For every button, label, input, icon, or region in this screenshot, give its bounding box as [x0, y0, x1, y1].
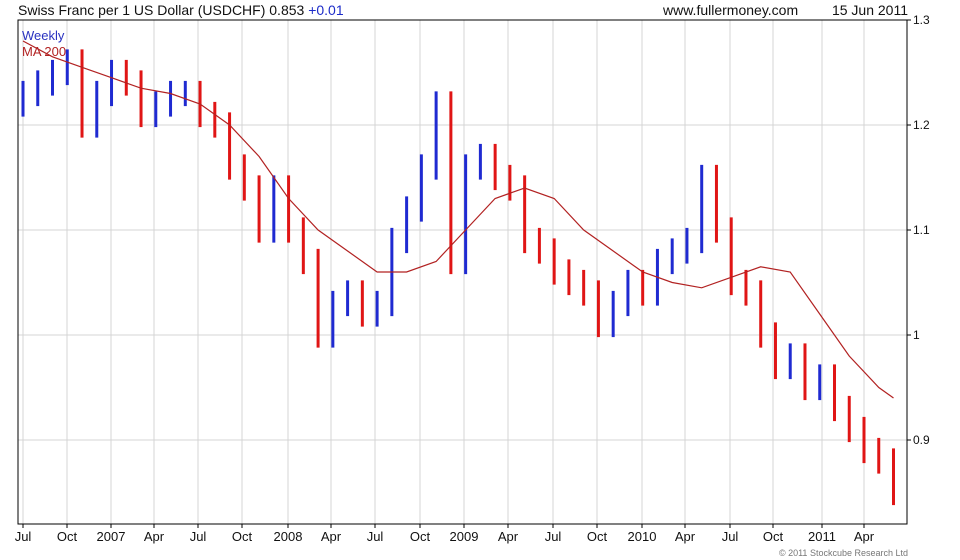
x-tick-label: 2009 [450, 529, 479, 544]
y-tick-label: 1.3 [913, 13, 930, 27]
x-tick-label: 2010 [628, 529, 657, 544]
x-tick-label: 2008 [274, 529, 303, 544]
x-tick-label: 2011 [808, 529, 836, 544]
price-chart: 0.9 1 1.1 1.2 1.3 Jul Oct 2007 Apr Jul Oct 2008 Apr J… [15, 13, 930, 544]
y-tick-label: 1 [913, 328, 920, 342]
x-tick-label: Oct [410, 529, 431, 544]
y-tick-label: 1.1 [913, 223, 930, 237]
legend-weekly: Weekly [22, 28, 65, 43]
x-tick-label: Apr [321, 529, 342, 544]
x-tick-label: Jul [15, 529, 32, 544]
x-tick-label: Oct [57, 529, 78, 544]
x-tick-label: Oct [232, 529, 253, 544]
x-tick-label: 2007 [97, 529, 126, 544]
legend-ma200: MA 200 [22, 44, 67, 59]
x-tick-label: Jul [190, 529, 207, 544]
x-tick-label: Apr [675, 529, 696, 544]
x-tick-label: Jul [722, 529, 739, 544]
x-tick-label: Apr [854, 529, 875, 544]
y-tick-label: 1.2 [913, 118, 930, 132]
x-tick-label: Jul [367, 529, 384, 544]
chart-legend: Weekly MA 200 [22, 28, 66, 60]
y-tick-label: 0.9 [913, 433, 930, 447]
copyright-note: © 2011 Stockcube Research Ltd [778, 548, 908, 558]
x-tick-label: Oct [587, 529, 608, 544]
x-tick-label: Oct [763, 529, 784, 544]
x-tick-label: Apr [144, 529, 165, 544]
x-tick-label: Jul [545, 529, 562, 544]
plot-frame [17, 19, 908, 525]
x-tick-label: Apr [498, 529, 519, 544]
